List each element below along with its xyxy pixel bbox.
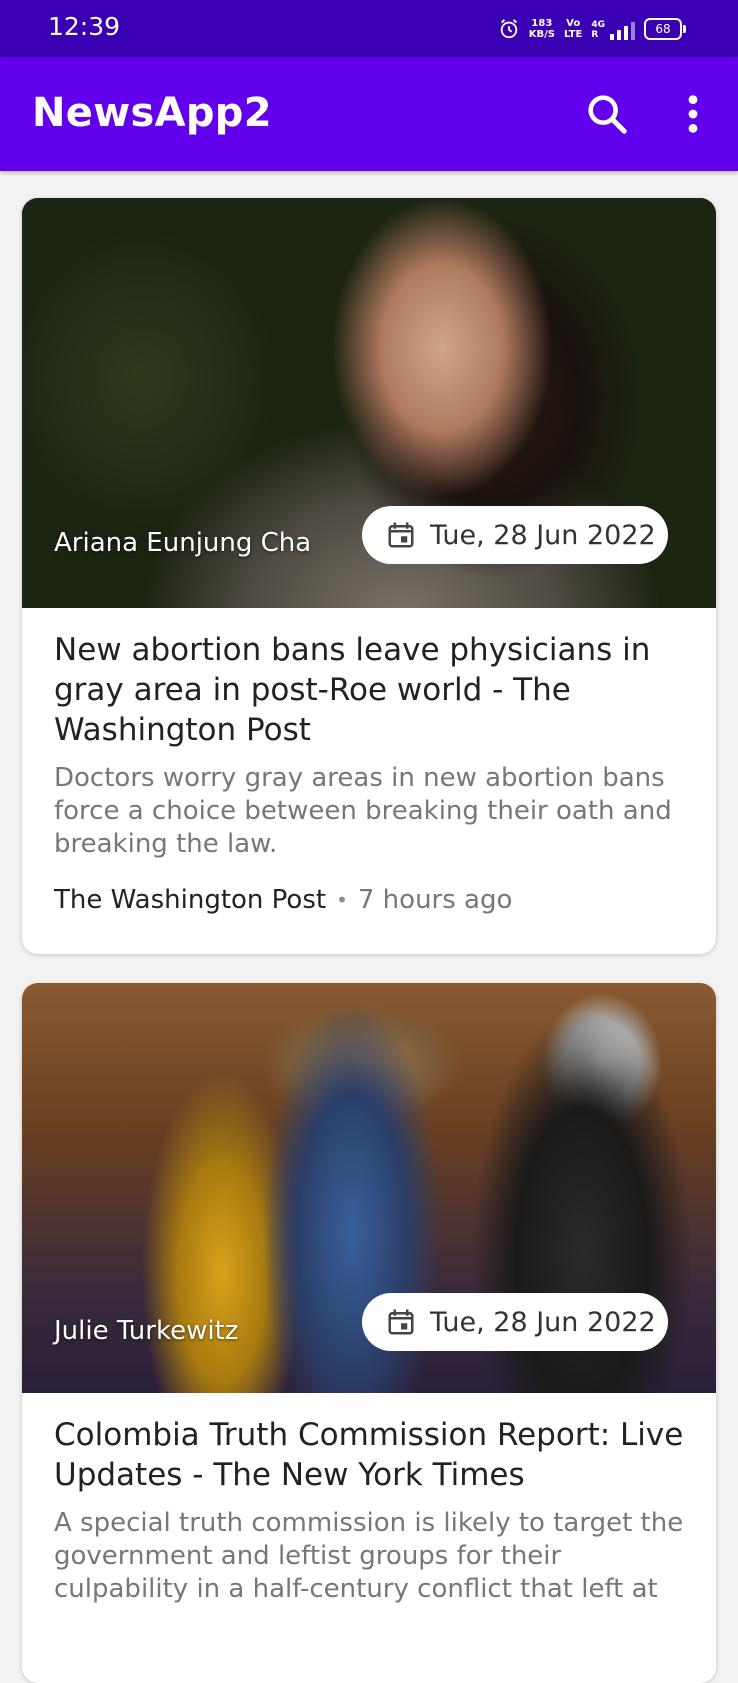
article-meta: The Washington Post • 7 hours ago: [54, 885, 684, 915]
network-type: 4G: [591, 20, 605, 30]
status-icons: 183 KB/S Vo LTE 4G R 68: [498, 14, 686, 44]
article-title: Colombia Truth Commission Report: Live U…: [54, 1417, 684, 1493]
article-source: The Washington Post: [54, 885, 327, 915]
alarm-icon: [500, 19, 517, 39]
status-bar: 12:39 183 KB/S Vo LTE 4G R 68: [0, 0, 738, 57]
calendar-icon: [388, 522, 414, 548]
article-image: Julie Turkewitz Tue, 28 Jun 2022: [22, 983, 716, 1393]
article-title: New abortion bans leave physicians in gr…: [54, 632, 651, 748]
article-card[interactable]: Ariana Eunjung Cha Tue, 28 Jun 2022 New …: [22, 198, 716, 954]
article-date: Tue, 28 Jun 2022: [430, 519, 656, 551]
article-card[interactable]: Julie Turkewitz Tue, 28 Jun 2022 Colombi…: [22, 983, 716, 1683]
search-icon[interactable]: [584, 91, 630, 137]
volte-bottom: LTE: [563, 29, 583, 40]
more-vert-icon[interactable]: [670, 91, 716, 137]
article-author: Ariana Eunjung Cha: [54, 528, 312, 558]
net-speed-unit: KB/S: [528, 29, 555, 40]
status-time: 12:39: [48, 12, 121, 41]
app-bar: NewsApp2: [0, 57, 738, 171]
signal-bar: [624, 26, 628, 40]
app-title: NewsApp2: [32, 90, 272, 136]
article-description: A special truth commission is likely to …: [54, 1508, 684, 1604]
article-body: New abortion bans leave physicians in gr…: [22, 608, 716, 915]
signal-icon: 4G R: [591, 18, 635, 40]
article-body: Colombia Truth Commission Report: Live U…: [22, 1393, 716, 1606]
net-speed: 183 KB/S: [529, 18, 555, 40]
battery-icon: 68: [644, 18, 686, 40]
article-time: 7 hours ago: [357, 885, 513, 915]
network-sub: R: [591, 30, 599, 40]
signal-bar: [617, 30, 621, 40]
volte-indicator: Vo LTE: [564, 18, 582, 40]
date-chip: Tue, 28 Jun 2022: [362, 1293, 668, 1351]
article-date: Tue, 28 Jun 2022: [430, 1306, 656, 1338]
article-description: Doctors worry gray areas in new abortion…: [54, 763, 672, 859]
separator-dot: •: [336, 888, 348, 912]
article-author: Julie Turkewitz: [54, 1316, 239, 1346]
signal-bar: [631, 22, 635, 40]
date-chip: Tue, 28 Jun 2022: [362, 506, 668, 564]
calendar-icon: [388, 1309, 414, 1335]
net-speed-value: 183: [531, 18, 553, 29]
volte-top: Vo: [566, 18, 581, 29]
signal-bar: [610, 34, 614, 40]
article-image: Ariana Eunjung Cha Tue, 28 Jun 2022: [22, 198, 716, 608]
network-type-label: 4G R: [591, 20, 605, 40]
